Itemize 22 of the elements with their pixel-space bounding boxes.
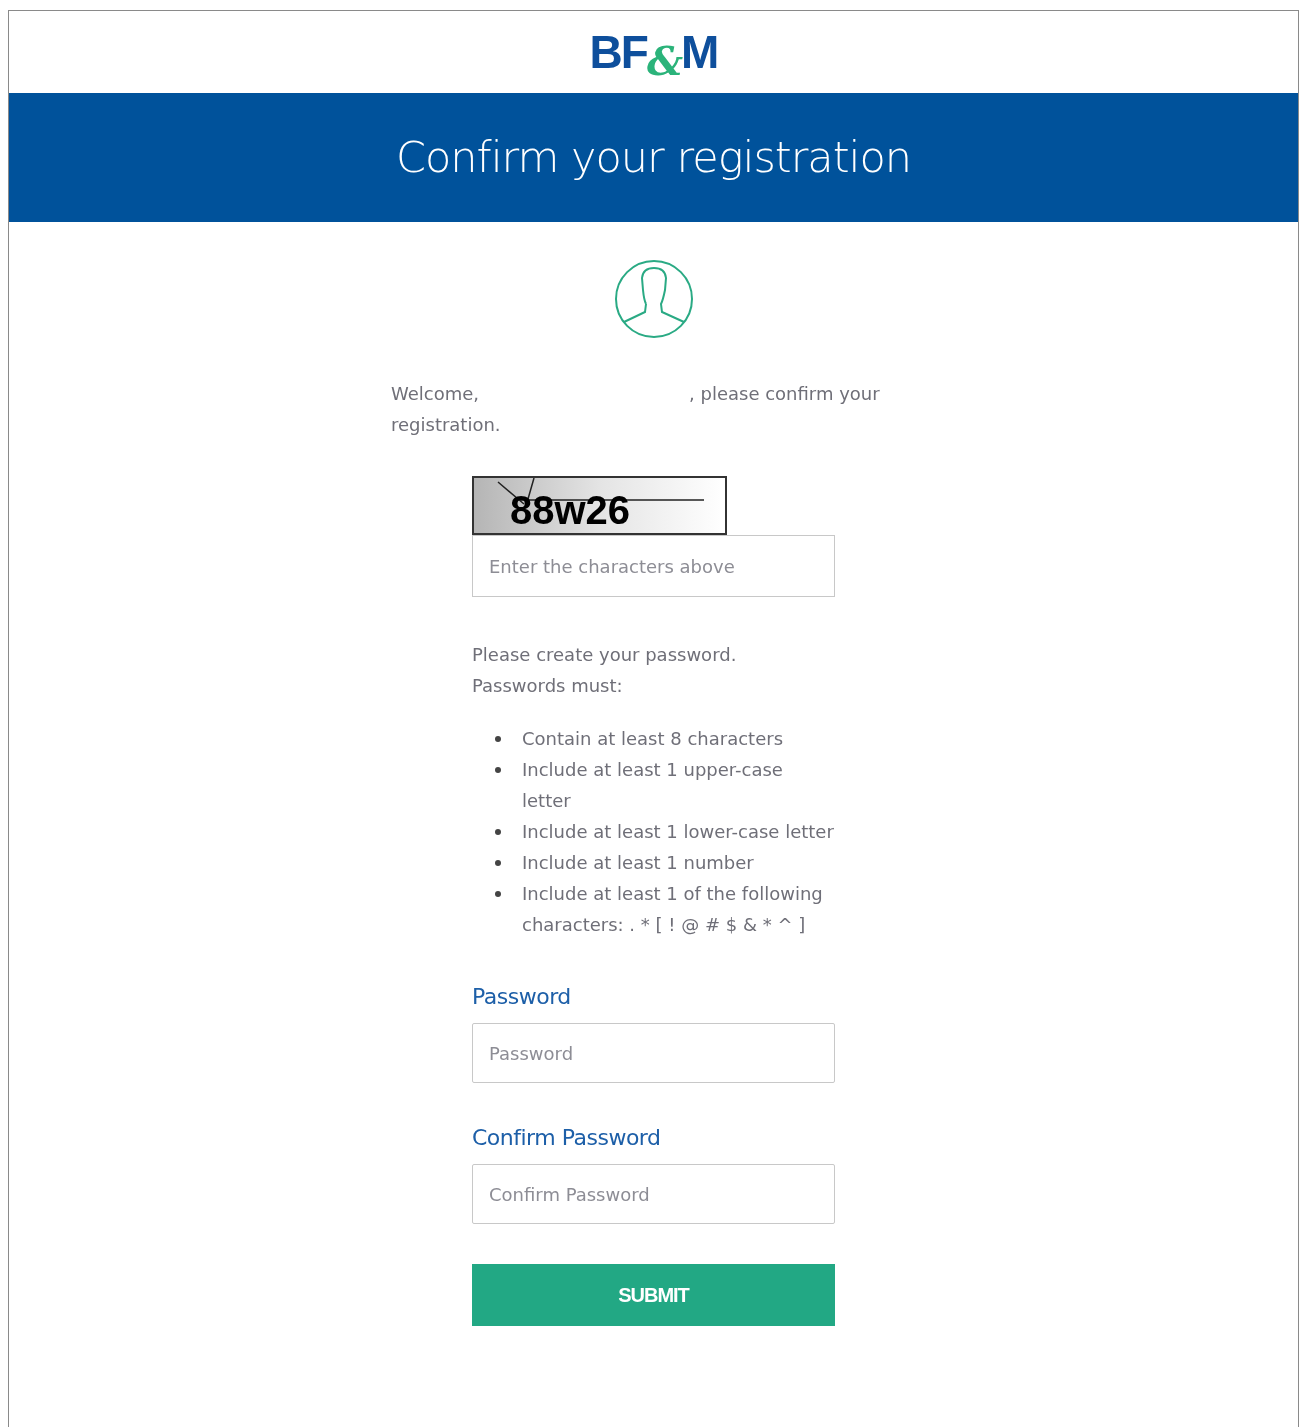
bullet-icon bbox=[495, 860, 501, 866]
logo: BF&M bbox=[589, 29, 718, 75]
field-label: Password bbox=[472, 983, 572, 1011]
password-input-field[interactable]: Confirm Password bbox=[472, 1164, 835, 1224]
instruction-text: Passwords must: bbox=[472, 674, 624, 698]
password-input-field[interactable]: Password bbox=[472, 1023, 835, 1083]
welcome-text: Welcome, , please confirm your registration. bbox=[391, 382, 881, 437]
password-rule: Include at least 1 of the following characters: . * [ ! @ # $ & * ^ ] bbox=[522, 882, 824, 937]
password-rule: Contain at least 8 characters bbox=[522, 727, 784, 751]
password-rule: Include at least 1 number bbox=[522, 851, 754, 875]
bullet-icon bbox=[495, 891, 501, 897]
field-label: Confirm Password bbox=[472, 1124, 662, 1152]
captcha-input-field[interactable]: Enter the characters above bbox=[472, 535, 835, 597]
bullet-icon bbox=[495, 767, 501, 773]
password-rule: Include at least 1 upper-case letter bbox=[522, 758, 784, 813]
password-rule: Include at least 1 lower-case letter bbox=[522, 820, 834, 844]
bullet-icon bbox=[495, 829, 501, 835]
captcha-image: 88w26 bbox=[472, 476, 727, 535]
page-title: Confirm your registration bbox=[395, 131, 912, 185]
submit-button[interactable]: SUBMIT bbox=[472, 1264, 835, 1326]
instruction-text: Please create your password. bbox=[472, 643, 738, 667]
bullet-icon bbox=[495, 736, 501, 742]
